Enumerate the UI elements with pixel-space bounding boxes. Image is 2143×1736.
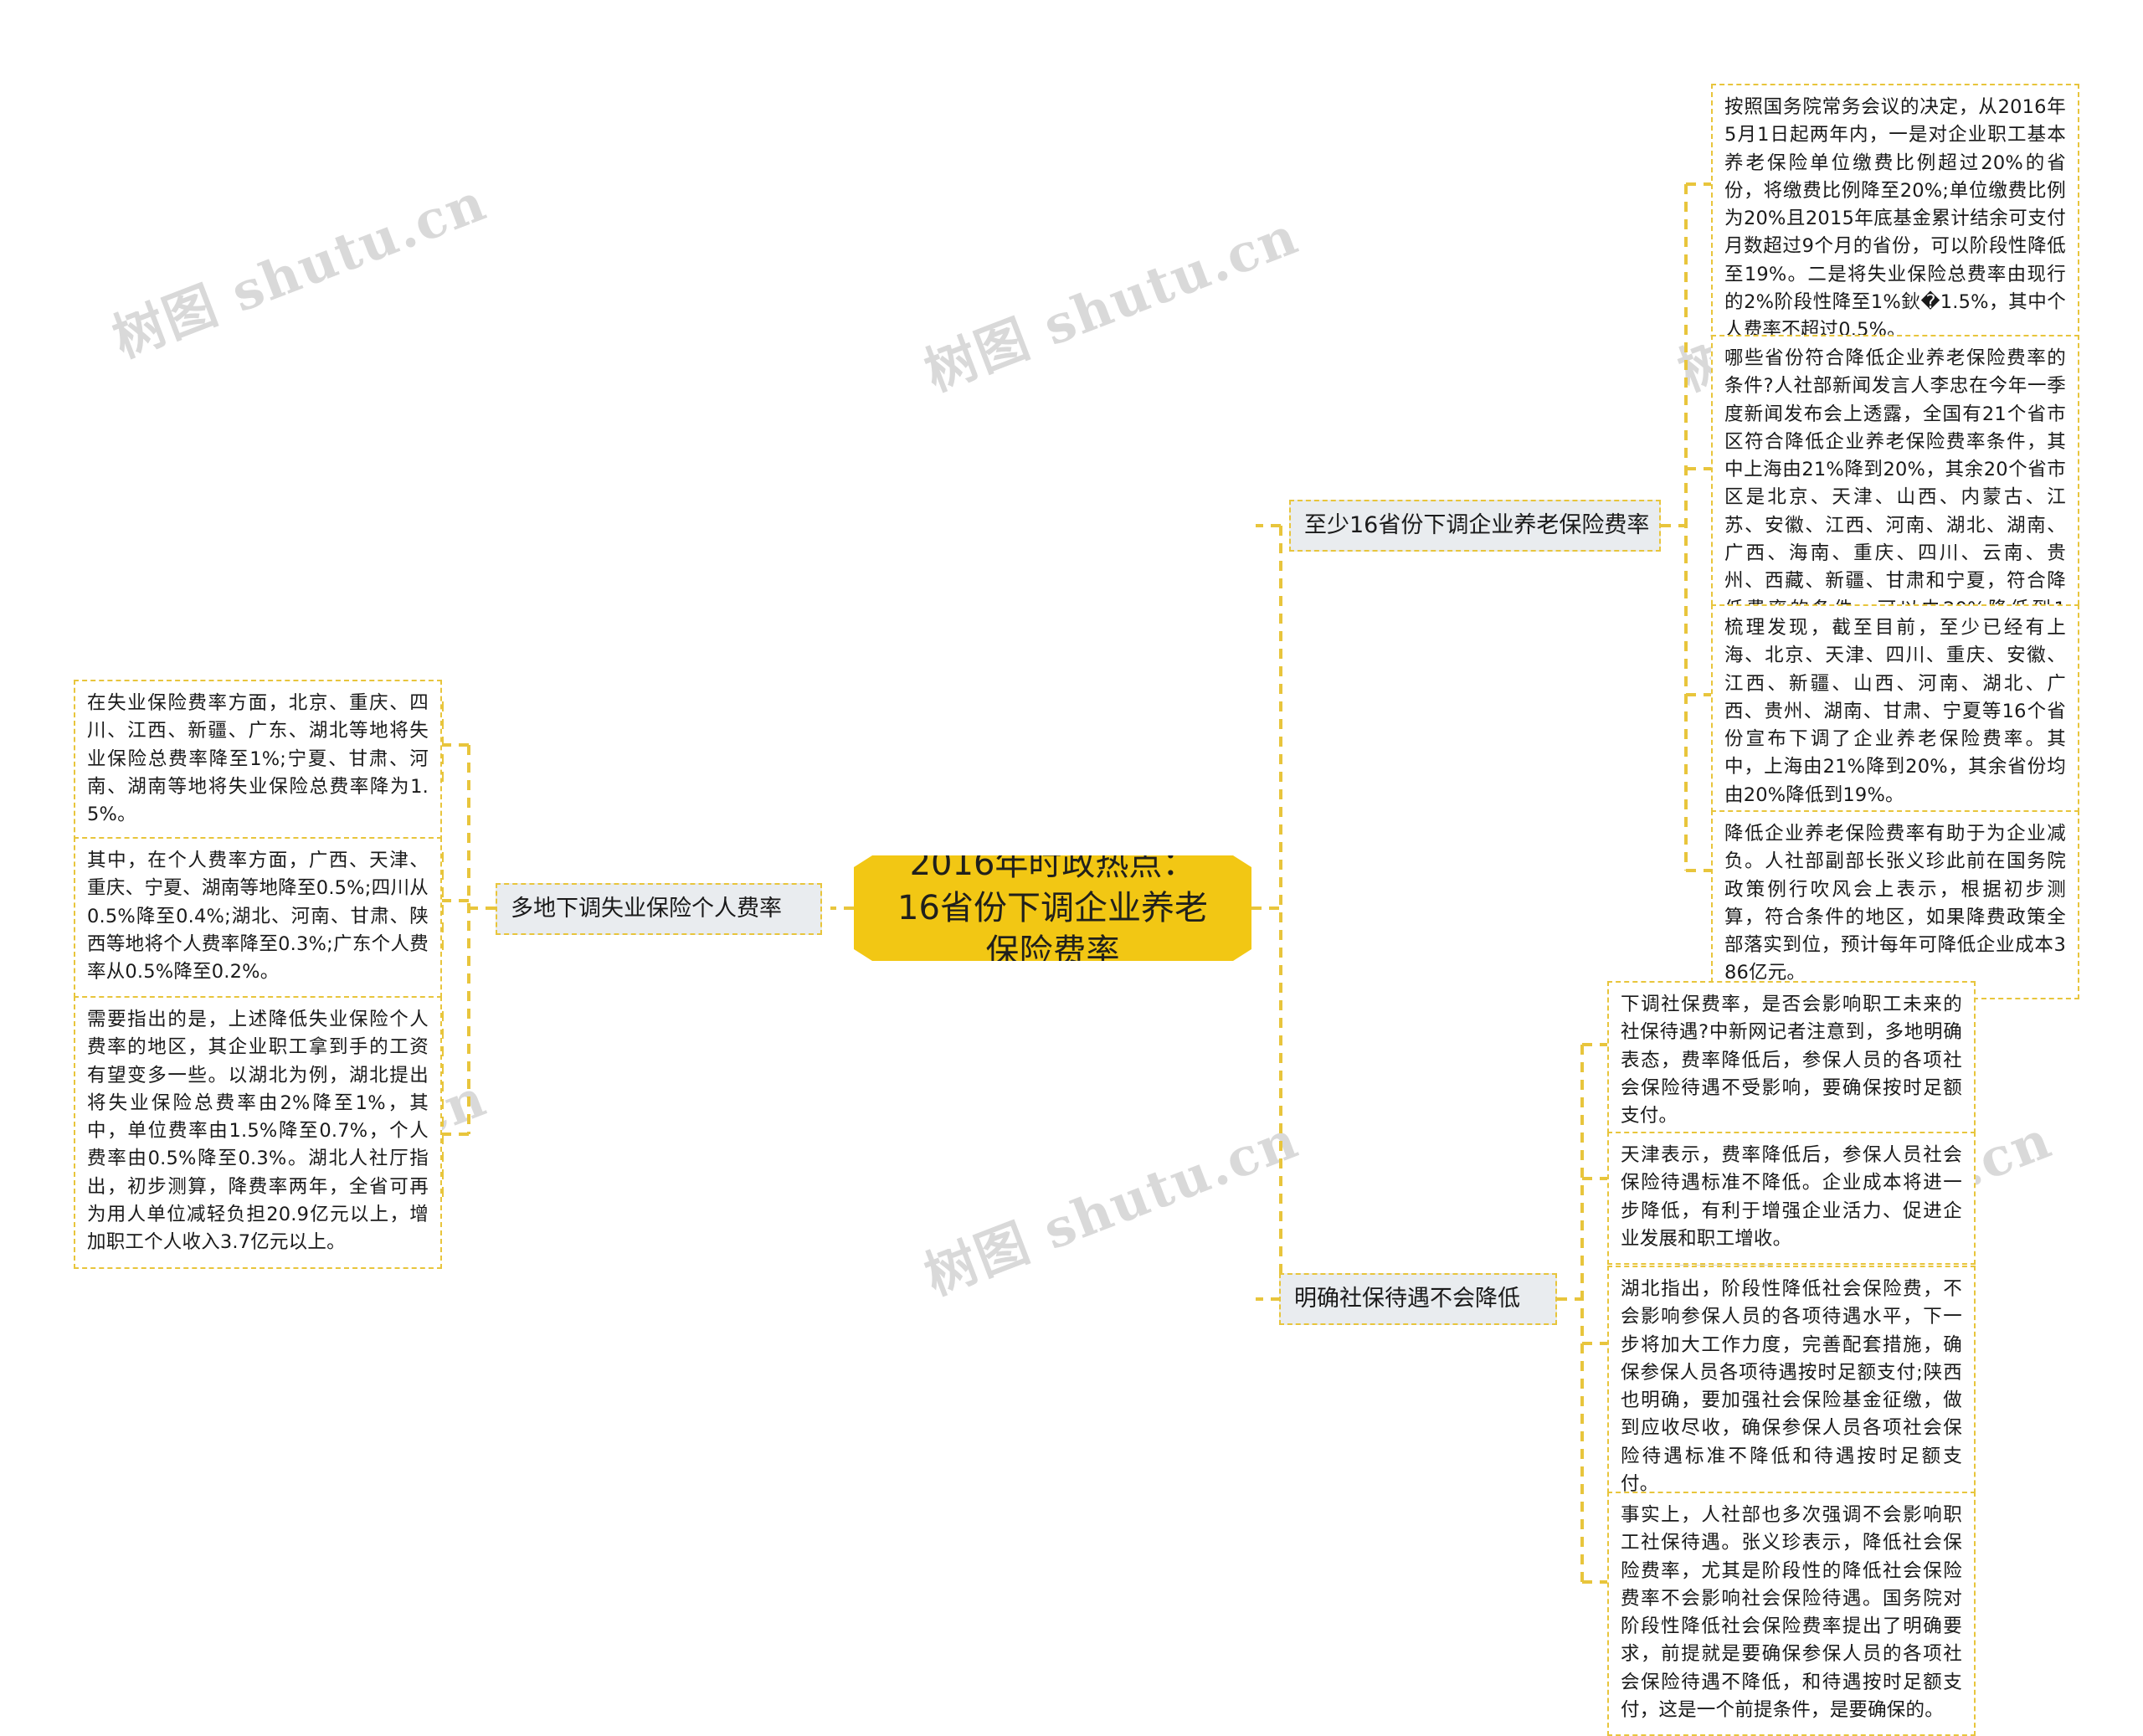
leaf-text: 梳理发现，截至目前，至少已经有上海、北京、天津、四川、重庆、安徽、江西、新疆、山… [1724,617,2066,806]
branch-node-unemployment[interactable]: 多地下调失业保险个人费率 [496,883,822,935]
leaf-text: 其中，在个人费率方面，广西、天津、重庆、宁夏、湖南等地降至0.5%;四川从0.5… [87,850,429,984]
leaf-node[interactable]: 天津表示，费率降低后，参保人员社会保险待遇标准不降低。企业成本将进一步降低，有利… [1607,1132,1976,1266]
leaf-node[interactable]: 下调社保费率，是否会影响职工未来的社保待遇?中新网记者注意到，多地明确表态，费率… [1607,981,1976,1143]
mindmap-canvas: 树图 shutu.cn 树图 shutu.cn 树图 shutu.cn 树图 s… [0,0,2143,1736]
leaf-text: 按照国务院常务会议的决定，从2016年5月1日起两年内，一是对企业职工基本养老保… [1724,96,2066,342]
root-node[interactable]: 2016年时政热点：16省份下调企业养老保险费率 [854,855,1251,961]
watermark-text: 树图 shutu.cn [917,1108,1307,1307]
leaf-text: 事实上，人社部也多次强调不会影响职工社保待遇。张义珍表示，降低社会保险费率，尤其… [1621,1504,1962,1722]
branch-label: 多地下调失业保险个人费率 [511,896,782,922]
leaf-text: 天津表示，费率降低后，参保人员社会保险待遇标准不降低。企业成本将进一步降低，有利… [1621,1144,1962,1250]
branch-node-benefits[interactable]: 明确社保待遇不会降低 [1279,1273,1557,1325]
leaf-text: 降低企业养老保险费率有助于为企业减负。人社部副部长张义珍此前在国务院政策例行吹风… [1724,823,2066,984]
leaf-node[interactable]: 其中，在个人费率方面，广西、天津、重庆、宁夏、湖南等地降至0.5%;四川从0.5… [74,837,442,999]
leaf-node[interactable]: 降低企业养老保险费率有助于为企业减负。人社部副部长张义珍此前在国务院政策例行吹风… [1711,810,2079,999]
leaf-node[interactable]: 在失业保险费率方面，北京、重庆、四川、江西、新疆、广东、湖北等地将失业保险总费率… [74,680,442,841]
leaf-text: 湖北指出，阶段性降低社会保险费，不会影响参保人员的各项待遇水平，下一步将加大工作… [1621,1278,1962,1496]
leaf-text: 需要指出的是，上述降低失业保险个人费率的地区，其企业职工拿到手的工资有望变多一些… [87,1009,429,1254]
leaf-text: 下调社保费率，是否会影响职工未来的社保待遇?中新网记者注意到，多地明确表态，费率… [1621,994,1962,1127]
leaf-node[interactable]: 梳理发现，截至目前，至少已经有上海、北京、天津、四川、重庆、安徽、江西、新疆、山… [1711,604,2079,822]
branch-label: 至少16省份下调企业养老保险费率 [1304,512,1650,539]
leaf-text: 在失业保险费率方面，北京、重庆、四川、江西、新疆、广东、湖北等地将失业保险总费率… [87,692,429,826]
root-node-label: 2016年时政热点：16省份下调企业养老保险费率 [897,844,1208,972]
leaf-text: 哪些省份符合降低企业养老保险费率的条件?人社部新闻发言人李忠在今年一季度新闻发布… [1724,347,2066,648]
leaf-node[interactable]: 需要指出的是，上述降低失业保险个人费率的地区，其企业职工拿到手的工资有望变多一些… [74,996,442,1269]
leaf-node[interactable]: 湖北指出，阶段性降低社会保险费，不会影响参保人员的各项待遇水平，下一步将加大工作… [1607,1266,1976,1511]
branch-label: 明确社保待遇不会降低 [1294,1286,1520,1312]
watermark-text: 树图 shutu.cn [105,171,495,370]
leaf-node[interactable]: 事实上，人社部也多次强调不会影响职工社保待遇。张义珍表示，降低社会保险费率，尤其… [1607,1492,1976,1736]
branch-node-16provinces[interactable]: 至少16省份下调企业养老保险费率 [1289,500,1661,552]
watermark-text: 树图 shutu.cn [917,204,1307,403]
leaf-node[interactable]: 按照国务院常务会议的决定，从2016年5月1日起两年内，一是对企业职工基本养老保… [1711,84,2079,357]
